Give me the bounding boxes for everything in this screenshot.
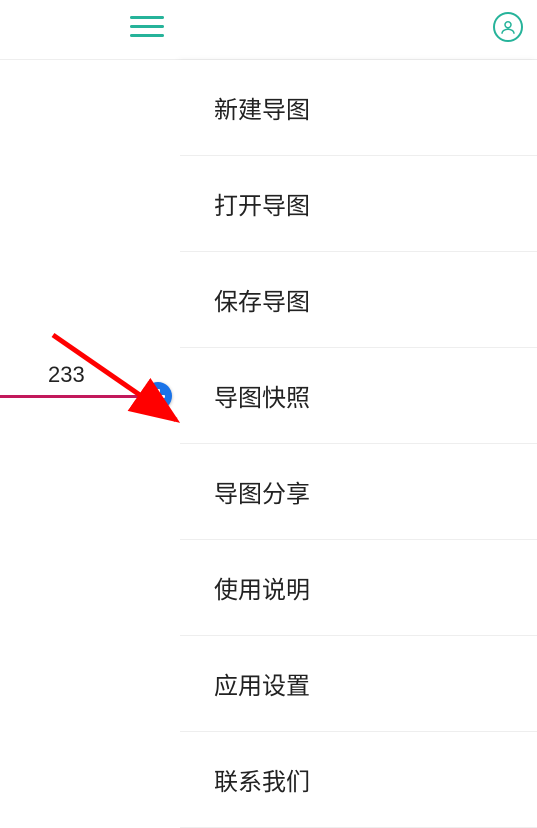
menu-item-share[interactable]: 导图分享: [180, 444, 537, 539]
add-node-button[interactable]: [144, 382, 172, 410]
menu-label: 使用说明: [214, 577, 310, 604]
menu-label: 导图快照: [214, 385, 310, 412]
menu-item-settings[interactable]: 应用设置: [180, 636, 537, 732]
menu-label: 新建导图: [214, 97, 310, 124]
menu-item-contact[interactable]: 联系我们: [180, 732, 537, 828]
menu-item-save[interactable]: 保存导图: [180, 252, 537, 348]
menu-label: 打开导图: [214, 193, 310, 220]
menu-item-open[interactable]: 打开导图: [180, 156, 537, 252]
side-drawer: 新建导图 打开导图 保存导图 导图快照 导图分享 使用说明 应用设置 联系我们: [180, 60, 537, 828]
menu-item-help[interactable]: 使用说明: [180, 540, 537, 636]
profile-icon[interactable]: [493, 12, 523, 42]
hamburger-menu-icon[interactable]: [130, 16, 164, 37]
node-branch-line: [0, 395, 150, 398]
content-area: 233 新建导图 打开导图 保存导图 导图快照 导图分享 使用说明 应用设置 联…: [0, 60, 537, 828]
menu-item-snapshot[interactable]: 导图快照: [180, 348, 537, 444]
menu-label: 应用设置: [214, 673, 310, 700]
menu-label: 保存导图: [214, 289, 310, 316]
topbar: [0, 0, 537, 60]
node-label[interactable]: 233: [48, 362, 85, 388]
menu-label: 导图分享: [214, 481, 310, 508]
menu-label: 联系我们: [214, 769, 310, 796]
mindmap-canvas[interactable]: 233: [0, 60, 180, 828]
menu-item-new[interactable]: 新建导图: [180, 60, 537, 156]
